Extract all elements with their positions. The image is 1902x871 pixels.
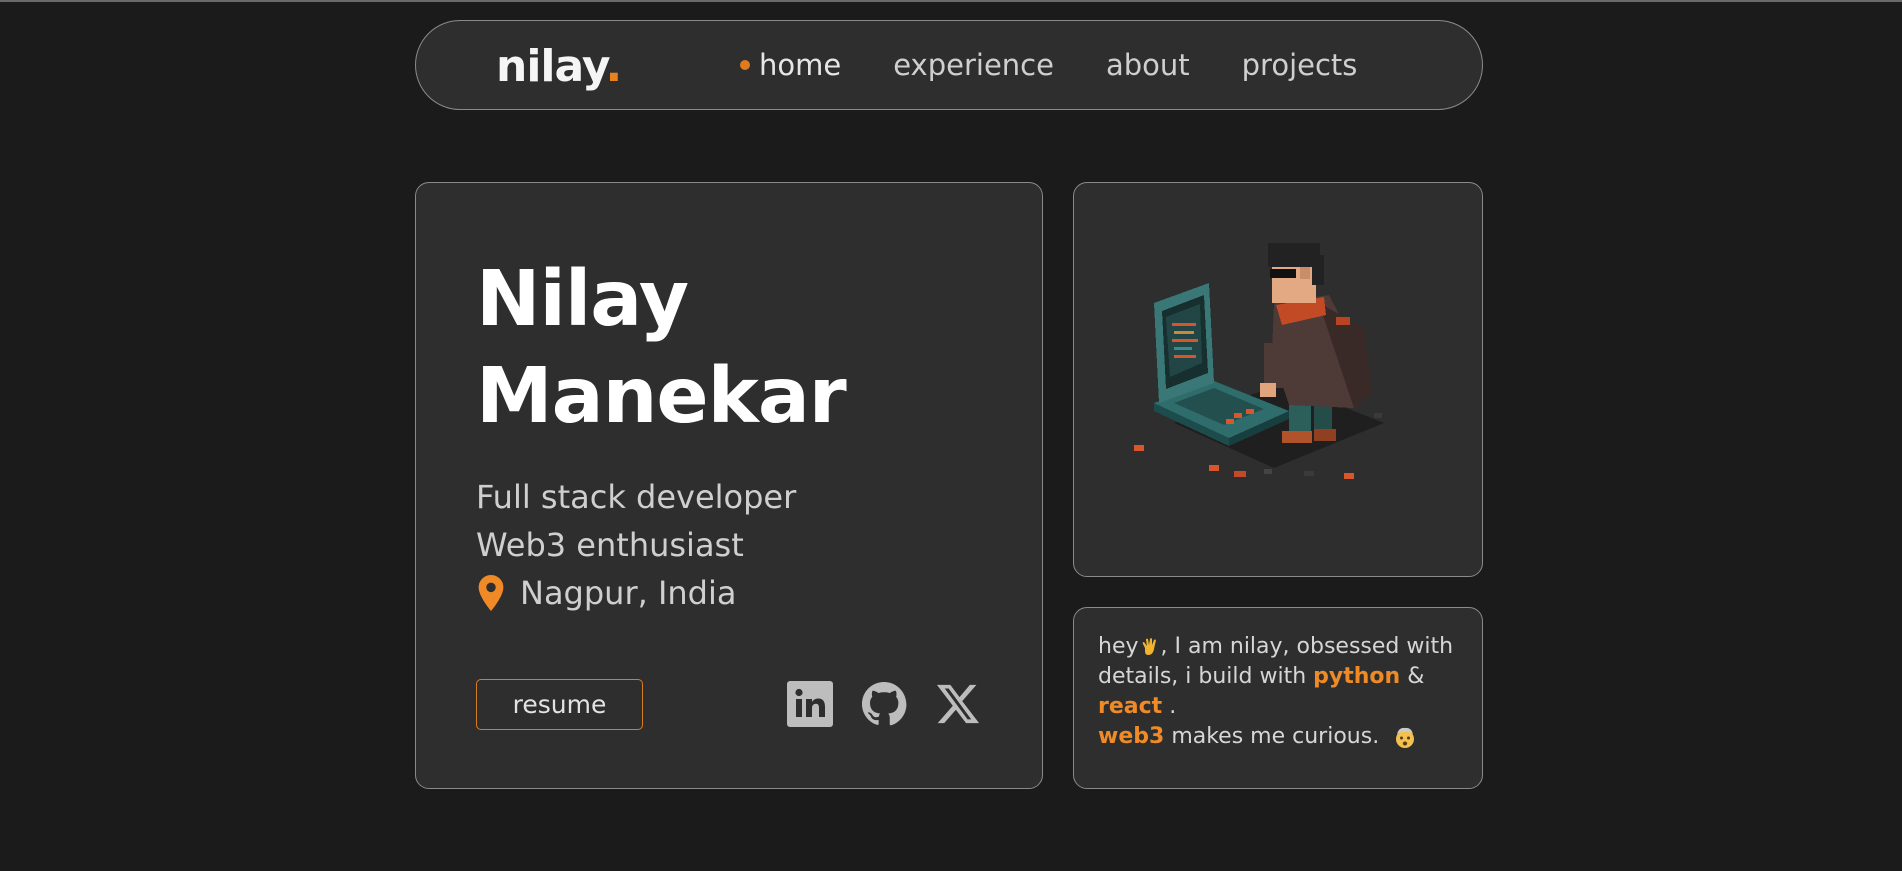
mind-blown-icon xyxy=(1396,727,1415,748)
last-name: Manekar xyxy=(476,352,847,441)
period: . xyxy=(1169,694,1177,719)
pixel-art-developer-avatar xyxy=(1114,233,1444,513)
resume-button[interactable]: resume xyxy=(476,679,643,730)
github-icon[interactable] xyxy=(860,680,908,728)
waving-hand-icon xyxy=(1142,638,1156,655)
bio-card: hey, I am nilay, obsessed with details, … xyxy=(1073,607,1483,789)
ampersand: & xyxy=(1407,664,1425,689)
tech-python: python xyxy=(1313,664,1401,689)
avatar-card xyxy=(1073,182,1483,577)
nav-link-home[interactable]: home xyxy=(740,48,841,82)
nav-link-label: home xyxy=(759,48,842,82)
nav-link-projects[interactable]: projects xyxy=(1242,48,1358,82)
role-text: Full stack developer xyxy=(476,478,797,516)
bio-outro: makes me curious. xyxy=(1171,724,1380,749)
linkedin-icon[interactable] xyxy=(786,680,834,728)
logo-text: nilay xyxy=(496,41,606,92)
tech-web3: web3 xyxy=(1098,724,1165,749)
role-text: Web3 enthusiast xyxy=(476,526,744,564)
nav-link-label: about xyxy=(1105,48,1190,82)
first-name: Nilay xyxy=(476,255,689,344)
logo-dot: . xyxy=(605,41,622,92)
location: Nagpur, India xyxy=(476,569,796,617)
map-pin-icon xyxy=(478,575,504,611)
nav-link-experience[interactable]: experience xyxy=(893,48,1054,82)
nav-link-about[interactable]: about xyxy=(1106,48,1190,82)
hero-name: Nilay Manekar xyxy=(476,251,847,445)
bio-text: hey, I am nilay, obsessed with details, … xyxy=(1098,632,1468,752)
hero-card: Nilay Manekar Full stack developer Web3 … xyxy=(415,182,1043,789)
logo[interactable]: nilay. xyxy=(496,41,622,92)
tech-react: react xyxy=(1098,694,1163,719)
nav-link-label: experience xyxy=(893,48,1054,82)
location-text: Nagpur, India xyxy=(520,574,737,612)
nav-link-label: projects xyxy=(1241,48,1358,82)
hero-tagline: Full stack developer Web3 enthusiast Nag… xyxy=(476,473,796,617)
nav-links: home experience about projects xyxy=(740,45,1357,85)
navbar: nilay. home experience about projects xyxy=(415,20,1483,110)
x-icon[interactable] xyxy=(934,680,982,728)
bio-greeting: hey xyxy=(1098,634,1139,659)
social-links xyxy=(786,679,982,729)
active-indicator-dot xyxy=(740,60,750,70)
window-top-border xyxy=(0,0,1902,2)
